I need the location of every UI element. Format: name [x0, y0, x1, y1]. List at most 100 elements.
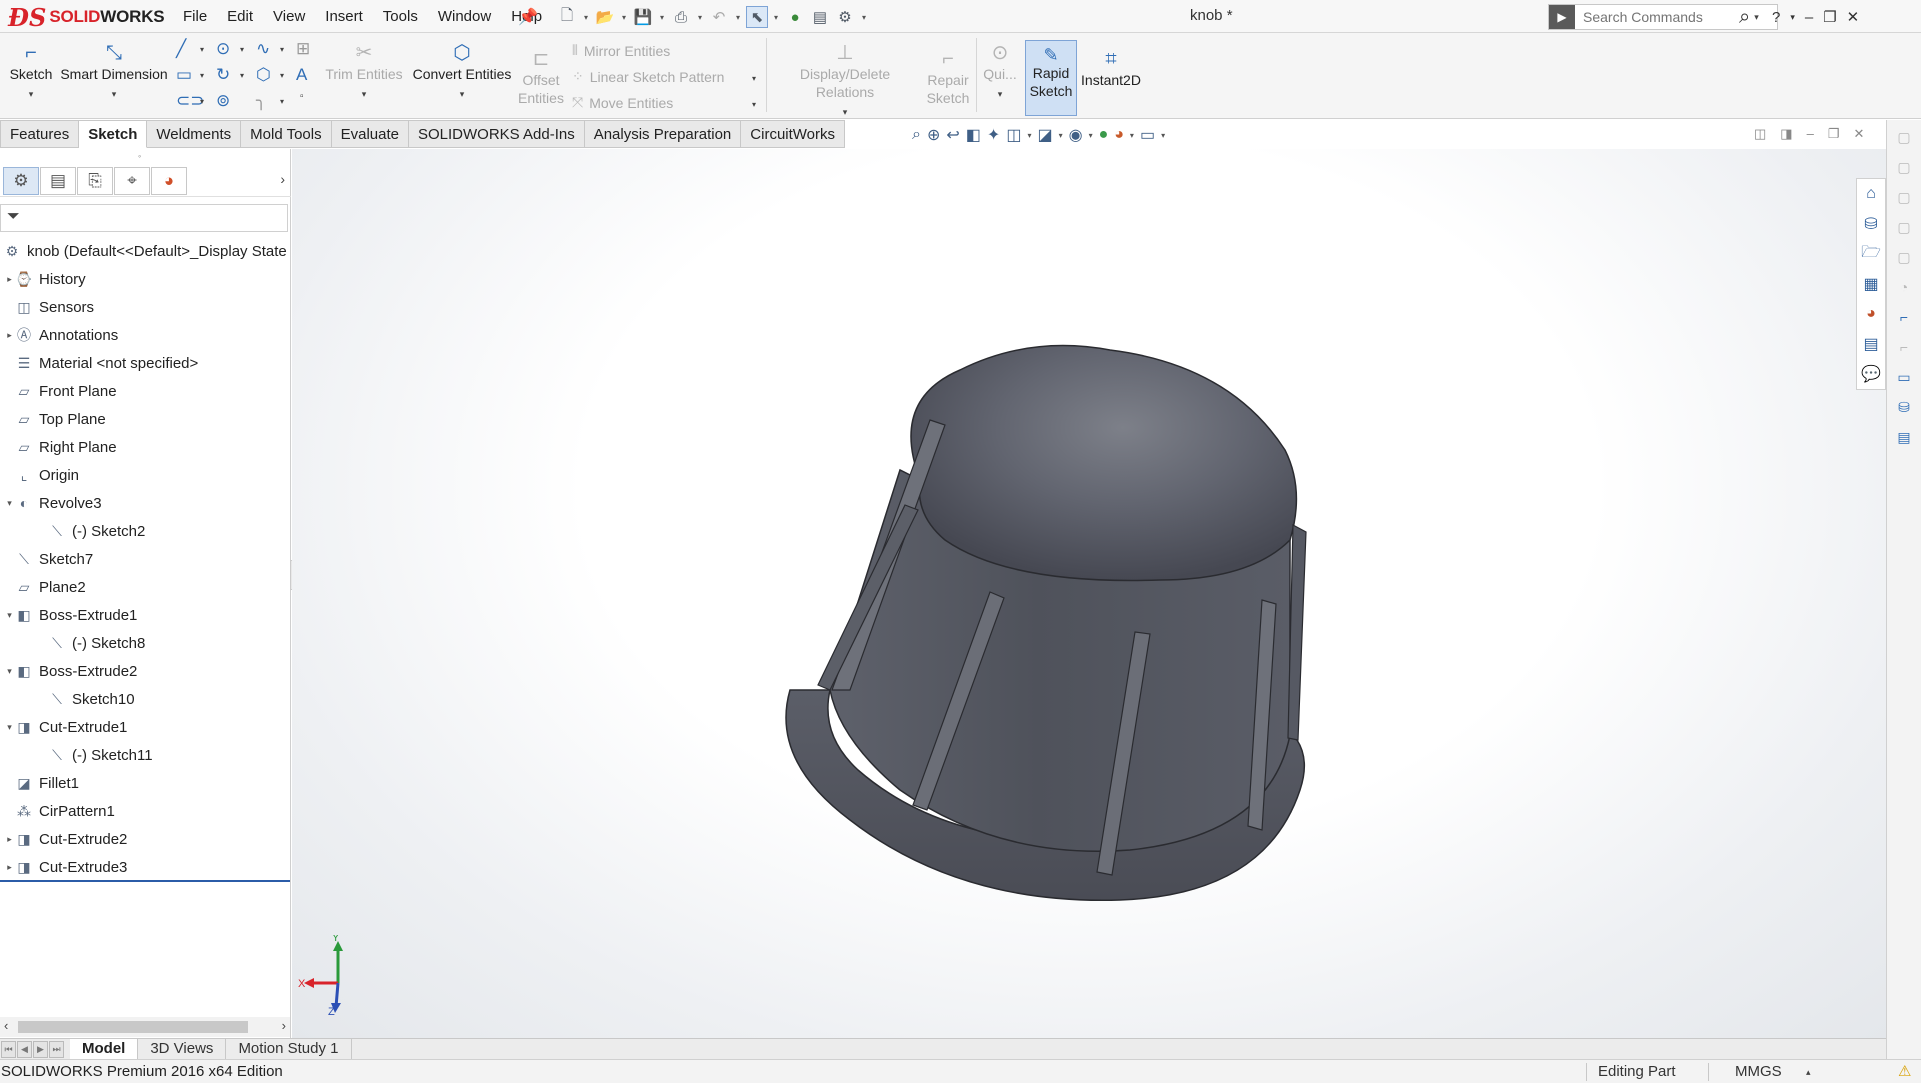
- appearances-icon[interactable]: ◕: [1857, 299, 1885, 329]
- spline-icon[interactable]: ∿: [256, 39, 270, 59]
- unit-system-button[interactable]: MMGS: [1735, 1061, 1782, 1083]
- viewport-tile-icon[interactable]: ◫: [1754, 126, 1766, 142]
- edit-appearance-icon[interactable]: ●: [1099, 126, 1109, 144]
- tree-node[interactable]: ⟍ (-) Sketch8: [0, 629, 290, 657]
- display-style-dropdown-icon[interactable]: ▾: [1059, 131, 1063, 140]
- tree-node[interactable]: ⟍ Sketch10: [0, 685, 290, 713]
- print-dropdown-icon[interactable]: ▾: [695, 13, 705, 22]
- linear-sketch-pattern-button[interactable]: ⁘ Linear Sketch Pattern: [572, 68, 724, 85]
- menu-edit[interactable]: Edit: [217, 8, 263, 25]
- line-icon[interactable]: ╱: [176, 39, 186, 59]
- menu-view[interactable]: View: [263, 8, 315, 25]
- undo-dropdown-icon[interactable]: ▾: [733, 13, 743, 22]
- tree-root-part[interactable]: ⚙ knob (Default<<Default>_Display State: [0, 237, 290, 265]
- tree-filter-box[interactable]: ⏷: [0, 204, 288, 232]
- menu-insert[interactable]: Insert: [315, 8, 373, 25]
- task-pane-monitor-icon[interactable]: ▭: [1891, 364, 1917, 390]
- smart-dimension-button[interactable]: ⤡ Smart Dimension ▾: [58, 41, 170, 103]
- tab-circuitworks[interactable]: CircuitWorks: [741, 120, 846, 148]
- solidworks-logo[interactable]: ƉS SOLIDWORKS: [8, 3, 165, 32]
- panel-horizontal-scrollbar[interactable]: ‹ ›: [0, 1017, 290, 1037]
- convert-dropdown-icon[interactable]: ▾: [410, 85, 514, 103]
- graphics-area[interactable]: [292, 149, 1886, 1038]
- section-view-icon[interactable]: ◧: [966, 125, 981, 145]
- tree-node[interactable]: ◫ Sensors: [0, 293, 290, 321]
- tab-mold-tools[interactable]: Mold Tools: [241, 120, 332, 148]
- select-arrow-icon[interactable]: ⬉: [746, 6, 768, 28]
- tree-node[interactable]: ▱ Front Plane: [0, 377, 290, 405]
- viewport-restore-button[interactable]: ❐: [1828, 126, 1840, 142]
- smart-dimension-dropdown-icon[interactable]: ▾: [58, 85, 170, 103]
- new-dropdown-icon[interactable]: ▾: [581, 13, 591, 22]
- tree-node[interactable]: ⌞ Origin: [0, 461, 290, 489]
- point-icon[interactable]: ⊚: [216, 91, 230, 111]
- tree-node[interactable]: ▸ ◨ Cut-Extrude3: [0, 853, 290, 881]
- property-manager-icon[interactable]: ▤: [40, 166, 76, 195]
- move-entities-button[interactable]: ⤧ Move Entities: [572, 94, 673, 111]
- task-pane-sketch-icon[interactable]: ⌐: [1891, 304, 1917, 330]
- menu-tools[interactable]: Tools: [373, 8, 428, 25]
- slot-dropdown-icon[interactable]: ▾: [200, 97, 204, 106]
- tree-node[interactable]: ▱ Right Plane: [0, 433, 290, 461]
- close-button[interactable]: ✕: [1847, 8, 1860, 26]
- tab-evaluate[interactable]: Evaluate: [331, 120, 409, 148]
- dynamic-annotation-icon[interactable]: ✦: [987, 125, 1000, 145]
- fillet-sketch-icon[interactable]: ╮: [256, 91, 266, 111]
- tree-node[interactable]: ◪ Fillet1: [0, 769, 290, 797]
- arc-icon[interactable]: ↻: [216, 65, 230, 85]
- hide-show-items-icon[interactable]: ◉: [1069, 125, 1083, 145]
- task-pane-icon-1[interactable]: ▢: [1891, 124, 1917, 150]
- task-pane-icon-8[interactable]: ⌐: [1891, 334, 1917, 360]
- tab-model[interactable]: Model: [70, 1038, 139, 1060]
- tree-node[interactable]: ▾ ◨ Cut-Extrude1: [0, 713, 290, 741]
- collapse-arrow-icon[interactable]: ▾: [4, 666, 15, 677]
- expand-arrow-icon[interactable]: ▸: [4, 330, 15, 341]
- tree-node[interactable]: ⟍ Sketch7: [0, 545, 290, 573]
- search-dropdown-icon[interactable]: ▾: [1754, 12, 1759, 23]
- tab-3d-views[interactable]: 3D Views: [138, 1038, 227, 1060]
- display-manager-icon[interactable]: ◕: [151, 166, 187, 195]
- tree-node[interactable]: ▸ ⌚ History: [0, 265, 290, 293]
- search-icon[interactable]: ⌕: [1739, 6, 1750, 29]
- mirror-entities-button[interactable]: ⫴ Mirror Entities: [572, 42, 670, 59]
- collapse-arrow-icon[interactable]: ▾: [4, 722, 15, 733]
- first-tab-icon[interactable]: ⏮: [1, 1040, 16, 1058]
- tree-node[interactable]: ▾ ◧ Boss-Extrude1: [0, 601, 290, 629]
- task-pane-sheet-icon[interactable]: ▤: [1891, 424, 1917, 450]
- minimize-button[interactable]: –: [1805, 9, 1813, 26]
- tree-node[interactable]: ▾ ◧ Boss-Extrude2: [0, 657, 290, 685]
- menu-window[interactable]: Window: [428, 8, 501, 25]
- repair-sketch-button[interactable]: ⌐ Repair Sketch: [926, 47, 970, 107]
- last-tab-icon[interactable]: ⏭: [49, 1040, 64, 1058]
- options-gear-icon[interactable]: ⚙: [834, 6, 856, 28]
- custom-properties-icon[interactable]: ▤: [1857, 329, 1885, 359]
- rebuild-warning-icon[interactable]: ⚠: [1898, 1061, 1911, 1083]
- fillet-sketch-dropdown-icon[interactable]: ▾: [280, 97, 284, 106]
- configuration-manager-icon[interactable]: ⎘: [77, 166, 113, 195]
- rebuild-icon[interactable]: ●: [784, 6, 806, 28]
- offset-entities-button[interactable]: ⊏ Offset Entities: [514, 47, 568, 107]
- tab-sketch[interactable]: Sketch: [79, 120, 148, 148]
- solidworks-resources-icon[interactable]: ⌂: [1857, 179, 1885, 209]
- tab-weldments[interactable]: Weldments: [147, 120, 242, 148]
- scene-dropdown-icon[interactable]: ▾: [1130, 131, 1134, 140]
- rectangle-icon[interactable]: ▭: [176, 65, 192, 85]
- design-library-icon[interactable]: ⛁: [1857, 209, 1885, 239]
- units-dropdown-icon[interactable]: ▴: [1806, 1061, 1811, 1083]
- viewport-split-icon[interactable]: ◨: [1780, 126, 1792, 142]
- restore-button[interactable]: ❐: [1823, 8, 1836, 26]
- viewport-minimize-button[interactable]: –: [1807, 126, 1814, 142]
- dimxpert-manager-icon[interactable]: ⌖: [114, 166, 150, 195]
- display-delete-relations-button[interactable]: ⊥ Display/Delete Relations ▾: [770, 41, 920, 121]
- save-icon[interactable]: 💾: [632, 6, 654, 28]
- trim-entities-button[interactable]: ✂ Trim Entities ▾: [324, 41, 404, 103]
- zoom-to-area-icon[interactable]: ⊕: [927, 125, 940, 145]
- search-commands-box[interactable]: ▶ ⌕ ▾: [1548, 4, 1778, 30]
- previous-view-icon[interactable]: ↩: [946, 125, 959, 145]
- help-dropdown-icon[interactable]: ▾: [1790, 12, 1795, 23]
- prev-tab-icon[interactable]: ◀: [17, 1040, 32, 1058]
- relations-dropdown-icon[interactable]: ▾: [770, 103, 920, 121]
- arc-dropdown-icon[interactable]: ▾: [240, 71, 244, 80]
- hide-show-dropdown-icon[interactable]: ▾: [1089, 131, 1093, 140]
- forum-icon[interactable]: 💬: [1857, 359, 1885, 389]
